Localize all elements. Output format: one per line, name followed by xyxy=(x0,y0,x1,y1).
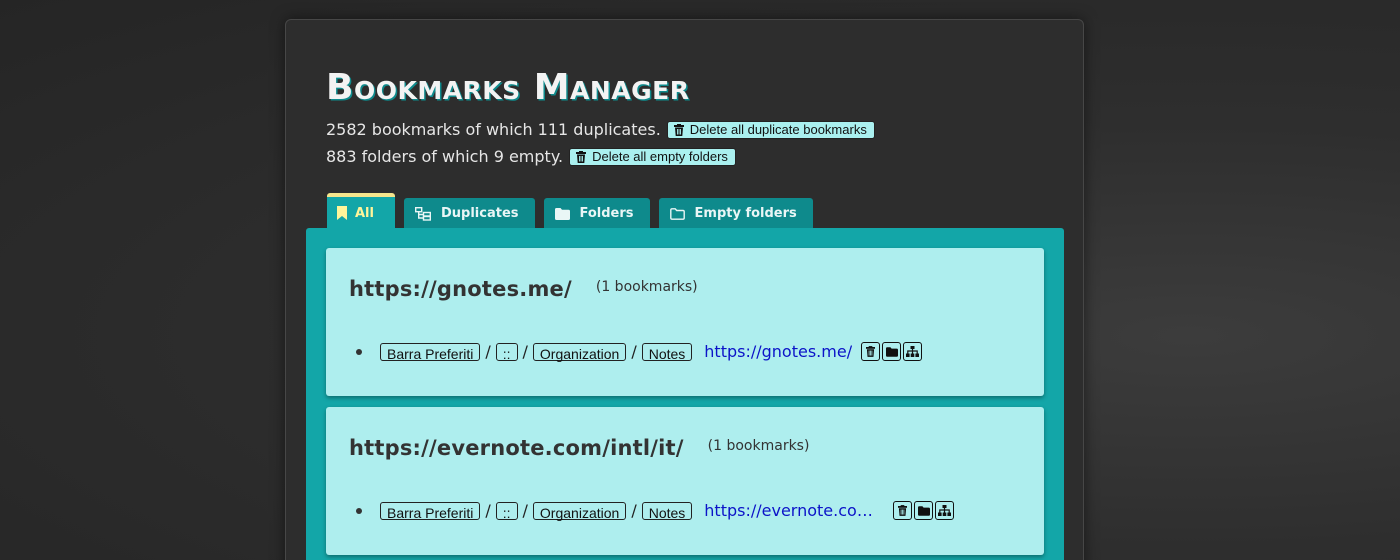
tab-empty-folders-label: Empty folders xyxy=(694,206,797,221)
tab-duplicates[interactable]: Duplicates xyxy=(403,198,535,229)
tree-icon xyxy=(414,206,431,221)
open-folder-button[interactable] xyxy=(914,501,934,520)
group-header: https://gnotes.me/ (1 bookmarks) xyxy=(349,277,698,301)
delete-empty-folders-button[interactable]: Delete all empty folders xyxy=(569,147,736,166)
path-folder-button[interactable]: Barra Preferiti xyxy=(380,342,481,362)
group-header: https://evernote.com/intl/it/ (1 bookmar… xyxy=(349,436,809,460)
group-count: (1 bookmarks) xyxy=(707,438,810,454)
bookmark-entry: Barra Preferiti / :: / Organization / No… xyxy=(356,501,956,521)
bookmark-icon xyxy=(337,206,347,220)
delete-bookmark-button[interactable] xyxy=(893,501,913,520)
bookmark-actions xyxy=(893,501,956,520)
tab-folders[interactable]: Folders xyxy=(543,198,650,229)
group-count: (1 bookmarks) xyxy=(595,279,698,295)
folder-icon xyxy=(885,346,898,357)
main-panel: Bookmarks Manager 2582 bookmarks of whic… xyxy=(285,19,1084,560)
group-url: https://gnotes.me/ xyxy=(349,277,572,301)
trash-icon xyxy=(898,505,908,516)
delete-duplicates-button[interactable]: Delete all duplicate bookmarks xyxy=(666,120,875,139)
tab-folders-label: Folders xyxy=(579,206,634,221)
tab-all-label: All xyxy=(355,205,374,221)
tab-bar: All Duplicates Folders Empty folders xyxy=(327,192,822,229)
show-tree-button[interactable] xyxy=(903,342,923,361)
tab-empty-folders[interactable]: Empty folders xyxy=(658,198,813,229)
delete-empty-folders-label: Delete all empty folders xyxy=(592,149,728,164)
path-separator: / xyxy=(522,501,528,520)
path-separator: / xyxy=(631,342,637,361)
path-separator: / xyxy=(631,501,637,520)
path-folder-button[interactable]: Barra Preferiti xyxy=(380,501,481,521)
path-folder-button[interactable]: :: xyxy=(495,501,518,521)
delete-bookmark-button[interactable] xyxy=(861,342,881,361)
sitemap-icon xyxy=(938,505,952,516)
sitemap-icon xyxy=(906,346,920,357)
path-folder-button[interactable]: Notes xyxy=(641,501,693,521)
bookmark-group: https://gnotes.me/ (1 bookmarks) Barra P… xyxy=(326,248,1044,396)
path-folder-button[interactable]: Organization xyxy=(532,501,627,521)
bookmark-actions xyxy=(861,342,924,361)
path-folder-button[interactable]: Notes xyxy=(641,342,693,362)
bookmarks-stats: 2582 bookmarks of which 111 duplicates. … xyxy=(326,120,875,139)
bookmark-group: https://evernote.com/intl/it/ (1 bookmar… xyxy=(326,407,1044,555)
folder-icon xyxy=(917,505,930,516)
path-folder-button[interactable]: :: xyxy=(495,342,518,362)
trash-icon xyxy=(673,123,684,136)
path-separator: / xyxy=(485,501,491,520)
folder-open-outline-icon xyxy=(669,207,685,220)
bookmarks-count-text: 2582 bookmarks of which 111 duplicates. xyxy=(326,120,661,139)
open-folder-button[interactable] xyxy=(882,342,902,361)
list-bullet xyxy=(356,348,362,355)
folders-count-text: 883 folders of which 9 empty. xyxy=(326,147,564,166)
bookmarks-list: https://gnotes.me/ (1 bookmarks) Barra P… xyxy=(306,228,1064,560)
folders-stats: 883 folders of which 9 empty. Delete all… xyxy=(326,147,736,166)
trash-icon xyxy=(576,150,587,163)
path-separator: / xyxy=(485,342,491,361)
bookmark-link[interactable]: https://evernote.com... xyxy=(704,501,884,520)
list-bullet xyxy=(356,507,362,514)
path-folder-button[interactable]: Organization xyxy=(532,342,627,362)
show-tree-button[interactable] xyxy=(935,501,955,520)
tab-duplicates-label: Duplicates xyxy=(440,206,519,221)
bookmark-entry: Barra Preferiti / :: / Organization / No… xyxy=(356,342,924,362)
group-url: https://evernote.com/intl/it/ xyxy=(349,436,684,460)
trash-icon xyxy=(866,346,876,357)
page-title: Bookmarks Manager xyxy=(326,67,690,108)
bookmark-link[interactable]: https://gnotes.me/ xyxy=(704,342,852,361)
delete-duplicates-label: Delete all duplicate bookmarks xyxy=(689,122,867,137)
folder-icon xyxy=(554,207,570,220)
path-separator: / xyxy=(522,342,528,361)
tab-all[interactable]: All xyxy=(327,193,395,229)
